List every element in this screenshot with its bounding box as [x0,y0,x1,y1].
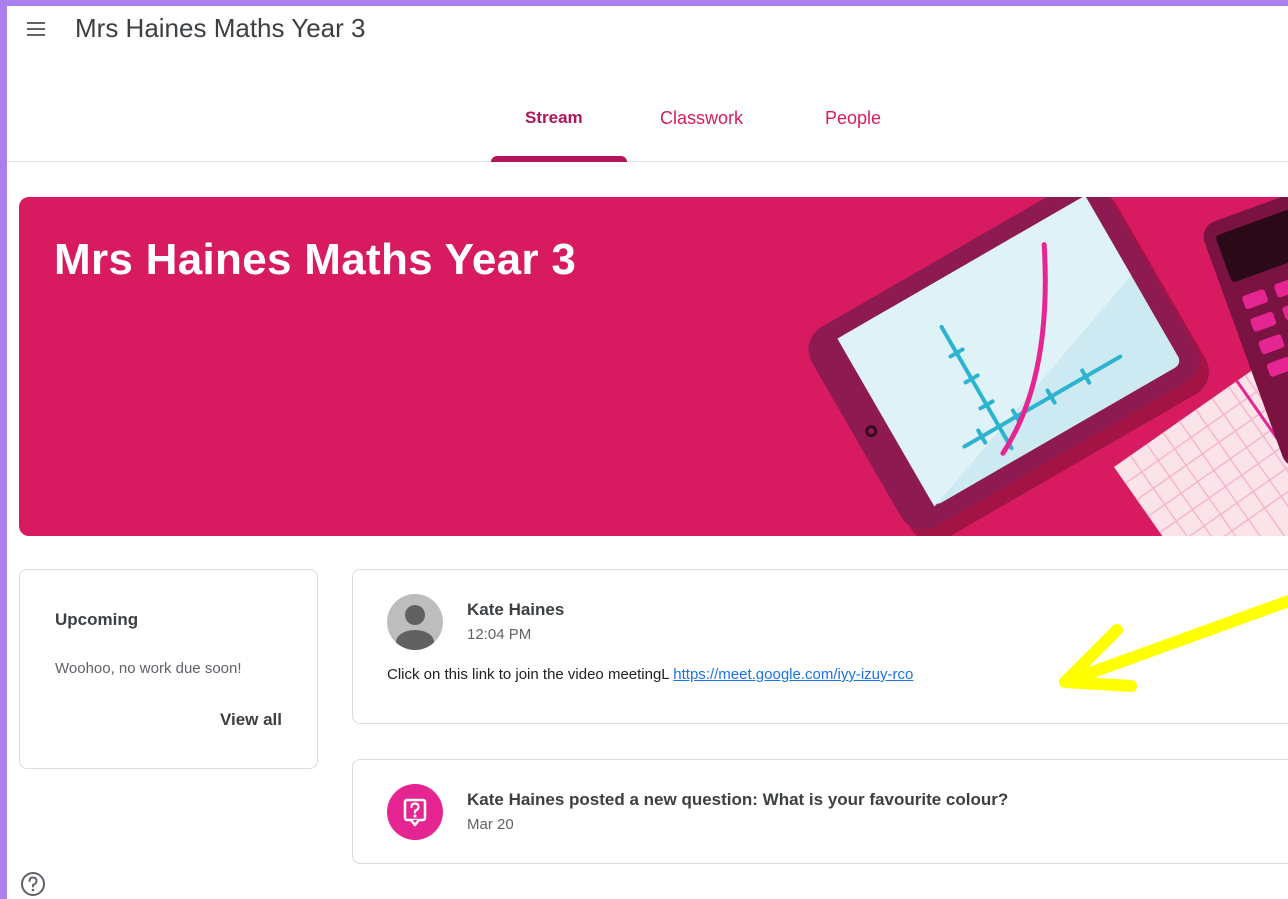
upcoming-card: Upcoming Woohoo, no work due soon! View … [19,569,318,769]
view-all-link[interactable]: View all [220,710,282,730]
question-title[interactable]: Kate Haines posted a new question: What … [467,790,1008,810]
class-title[interactable]: Mrs Haines Maths Year 3 [75,13,365,44]
tab-classwork[interactable]: Classwork [660,108,743,129]
question-date: Mar 20 [467,816,514,833]
meeting-link[interactable]: https://meet.google.com/iyy-izuy-rco [673,666,913,683]
post-author: Kate Haines [467,600,565,619]
top-app-bar: Mrs Haines Maths Year 3 [7,6,1288,52]
avatar[interactable] [387,594,443,650]
tab-bar: Stream Classwork People [7,86,1288,162]
post-body: Click on this link to join the video mee… [387,666,913,683]
stream-post: Kate Haines 12:04 PM Click on this link … [352,569,1288,724]
upcoming-title: Upcoming [55,610,139,629]
user-silhouette-icon [396,605,434,650]
class-banner: Mrs Haines Maths Year 3 [19,197,1288,536]
question-post[interactable]: Kate Haines posted a new question: What … [352,759,1288,864]
question-icon[interactable] [387,784,443,840]
classroom-window: Mrs Haines Maths Year 3 Stream Classwork… [7,6,1288,899]
active-tab-indicator [491,156,627,162]
post-text: Click on this link to join the video mee… [387,666,674,683]
post-time: 12:04 PM [467,626,532,643]
hamburger-menu-icon[interactable] [27,19,49,37]
tab-people[interactable]: People [825,108,881,129]
upcoming-empty-text: Woohoo, no work due soon! [55,660,242,677]
banner-class-title: Mrs Haines Maths Year 3 [54,235,577,284]
help-icon[interactable] [19,870,47,898]
tab-stream[interactable]: Stream [525,108,583,128]
question-bubble-icon [403,798,427,827]
